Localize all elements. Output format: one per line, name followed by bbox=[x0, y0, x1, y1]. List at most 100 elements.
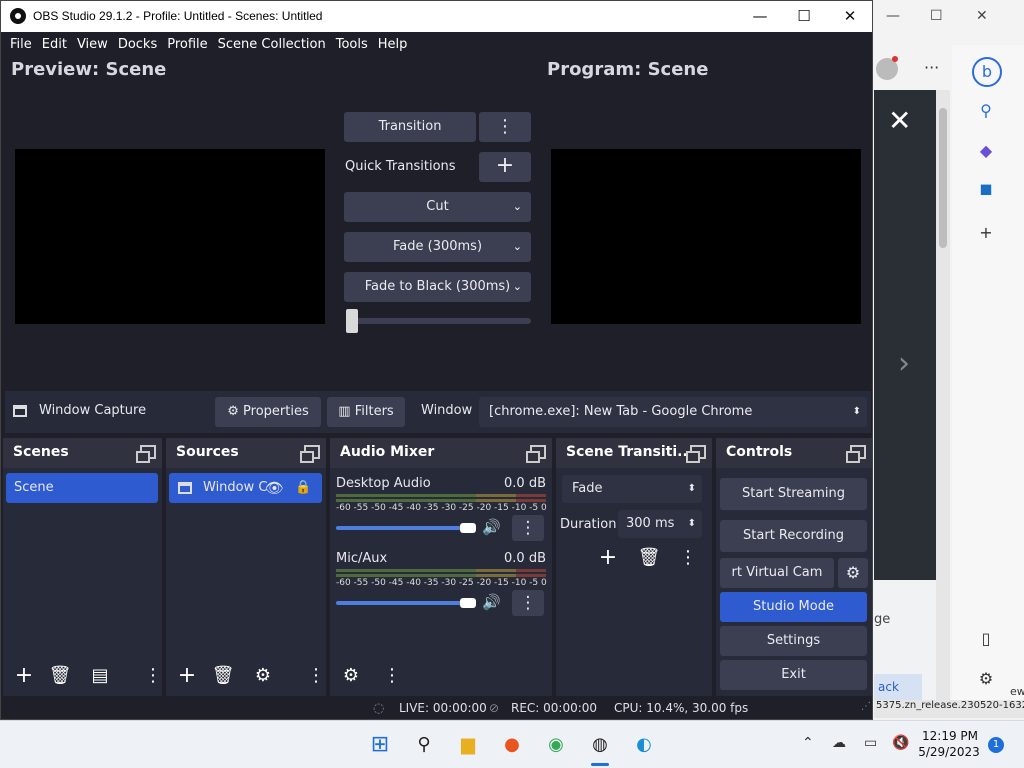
mute-icon[interactable]: 🔇 bbox=[892, 735, 909, 751]
add-scene-icon[interactable]: + bbox=[12, 664, 36, 688]
menu-tools[interactable]: Tools bbox=[331, 37, 373, 52]
network-off-icon[interactable]: ☁ bbox=[832, 735, 846, 751]
volume-slider-handle[interactable] bbox=[460, 523, 476, 533]
program-canvas[interactable] bbox=[551, 149, 861, 324]
scene-item[interactable]: Scene bbox=[6, 473, 158, 503]
more-options-icon[interactable]: ⋮ bbox=[304, 664, 328, 688]
add-transition-icon[interactable]: + bbox=[596, 546, 620, 570]
menu-help[interactable]: Help bbox=[373, 37, 413, 52]
quick-transition-fade-to-black[interactable]: Fade to Black (300ms) ⌄ bbox=[344, 272, 531, 302]
lock-icon[interactable]: 🔒 bbox=[295, 473, 311, 503]
more-options-icon[interactable]: ⋮ bbox=[676, 546, 700, 570]
float-dock-icon[interactable] bbox=[300, 445, 320, 463]
volume-slider-fill[interactable] bbox=[336, 526, 466, 530]
trash-icon[interactable]: 🗑 bbox=[637, 546, 661, 570]
transition-button[interactable]: Transition bbox=[344, 112, 476, 142]
windows-start-icon[interactable]: ⊞ bbox=[366, 731, 394, 759]
add-quick-transition-icon[interactable]: + bbox=[479, 152, 531, 182]
minimize-button[interactable]: — bbox=[737, 1, 783, 32]
float-dock-icon[interactable] bbox=[686, 445, 706, 463]
file-explorer-icon[interactable]: ▆ bbox=[454, 731, 482, 759]
search-icon[interactable]: ⚲ bbox=[410, 731, 438, 759]
transition-type-select[interactable]: Fade ⬍ bbox=[562, 475, 702, 503]
start-recording-button[interactable]: Start Recording bbox=[720, 520, 867, 552]
clock-time[interactable]: 12:19 PM bbox=[922, 729, 978, 743]
preview-canvas[interactable] bbox=[15, 149, 325, 324]
add-icon[interactable]: + bbox=[974, 223, 998, 247]
more-options-icon[interactable]: ⋮ bbox=[141, 664, 165, 688]
volume-slider-handle[interactable] bbox=[460, 598, 476, 608]
start-virtual-cam-button[interactable]: rt Virtual Cam bbox=[720, 558, 834, 588]
properties-button[interactable]: ⚙ Properties bbox=[215, 397, 321, 427]
bing-icon[interactable]: b bbox=[972, 57, 1002, 87]
gear-icon[interactable]: ⚙ bbox=[974, 669, 998, 693]
chevron-right-icon[interactable]: › bbox=[898, 346, 910, 381]
display-icon[interactable]: ▭ bbox=[864, 735, 877, 751]
close-icon[interactable]: ✕ bbox=[888, 104, 911, 137]
more-options-icon[interactable]: ⋮ bbox=[380, 664, 404, 688]
menu-file[interactable]: File bbox=[5, 37, 37, 52]
scrollbar-thumb[interactable] bbox=[939, 108, 947, 248]
source-item[interactable]: Window C 👁 🔒 bbox=[169, 473, 322, 503]
meter-scale: -60 -55 -50 -45 -40 -35 -30 -25 -20 -15 … bbox=[336, 503, 547, 513]
menu-profile[interactable]: Profile bbox=[162, 37, 212, 52]
browser-scrollbar[interactable] bbox=[936, 90, 950, 700]
transition-slider-track[interactable] bbox=[346, 318, 531, 324]
duration-input[interactable]: 300 ms ⬍ bbox=[618, 510, 702, 538]
scene-filters-icon[interactable]: ▤ bbox=[88, 664, 112, 688]
gear-icon[interactable]: ⚙ bbox=[251, 664, 275, 688]
firefox-icon[interactable]: ● bbox=[498, 731, 526, 759]
copilot-icon[interactable]: ◆ bbox=[974, 141, 998, 165]
menu-docks[interactable]: Docks bbox=[113, 37, 162, 52]
close-button[interactable]: ✕ bbox=[827, 1, 872, 32]
stepper-arrows-icon[interactable]: ⬍ bbox=[688, 510, 696, 538]
notification-badge[interactable]: 1 bbox=[988, 737, 1004, 753]
menu-scene-collection[interactable]: Scene Collection bbox=[213, 37, 331, 52]
clock-date[interactable]: 5/29/2023 bbox=[918, 745, 980, 759]
add-source-icon[interactable]: + bbox=[175, 664, 199, 688]
resize-grip-icon[interactable]: ⋰ bbox=[861, 701, 871, 712]
window-select[interactable]: [chrome.exe]: New Tab - Google Chrome ⬍ bbox=[479, 397, 867, 427]
float-dock-icon[interactable] bbox=[846, 445, 866, 463]
more-options-icon[interactable]: ··· bbox=[924, 58, 939, 77]
eye-icon[interactable]: 👁 bbox=[265, 473, 284, 503]
trash-icon[interactable]: 🗑 bbox=[48, 664, 72, 688]
maximize-icon[interactable]: ☐ bbox=[930, 8, 943, 24]
obs-icon[interactable]: ◍ bbox=[586, 731, 614, 759]
volume-slider-fill[interactable] bbox=[336, 601, 466, 605]
chevron-up-icon[interactable]: ⌃ bbox=[802, 735, 814, 751]
menu-edit[interactable]: Edit bbox=[37, 37, 72, 52]
split-view-icon[interactable]: ▯ bbox=[974, 629, 998, 653]
trash-icon[interactable]: 🗑 bbox=[211, 664, 235, 688]
virtual-cam-gear-icon[interactable]: ⚙ bbox=[838, 558, 868, 588]
more-options-icon[interactable]: ⋮ bbox=[512, 590, 544, 616]
float-dock-icon[interactable] bbox=[136, 445, 156, 463]
chrome-icon[interactable]: ◉ bbox=[542, 731, 570, 759]
settings-button[interactable]: Settings bbox=[720, 626, 867, 656]
minimize-icon[interactable]: — bbox=[886, 8, 900, 24]
start-streaming-button[interactable]: Start Streaming bbox=[720, 478, 867, 510]
search-icon[interactable]: ⚲ bbox=[974, 101, 998, 125]
outlook-icon[interactable]: ◼ bbox=[974, 179, 998, 203]
speaker-icon[interactable]: 🔊 bbox=[482, 518, 501, 536]
exit-button[interactable]: Exit bbox=[720, 660, 867, 690]
maximize-button[interactable]: ☐ bbox=[781, 1, 827, 32]
menu-view[interactable]: View bbox=[72, 37, 113, 52]
speaker-icon[interactable]: 🔊 bbox=[482, 593, 501, 611]
quick-transition-cut[interactable]: Cut ⌄ bbox=[344, 192, 531, 222]
transition-menu-icon[interactable]: ⋮ bbox=[479, 112, 531, 142]
preview-title: Preview: Scene bbox=[11, 59, 167, 80]
more-options-icon[interactable]: ⋮ bbox=[512, 515, 544, 541]
transition-slider-handle[interactable] bbox=[346, 309, 358, 333]
close-icon[interactable]: ✕ bbox=[976, 8, 988, 24]
filters-button[interactable]: ▥ Filters bbox=[327, 397, 405, 427]
background-browser-window[interactable]: — ☐ ✕ ··· ✕ › ge ack b ⚲ ◆ ◼ + ▯ ⚙ ew 53… bbox=[872, 0, 1024, 720]
scenes-title: Scenes bbox=[13, 444, 69, 460]
quick-transition-fade[interactable]: Fade (300ms) ⌄ bbox=[344, 232, 531, 262]
partial-button[interactable]: ack bbox=[874, 674, 922, 700]
edge-icon[interactable]: ◐ bbox=[630, 731, 658, 759]
transition-type-value: Fade bbox=[572, 481, 603, 496]
float-dock-icon[interactable] bbox=[526, 445, 546, 463]
studio-mode-button[interactable]: Studio Mode bbox=[720, 592, 867, 622]
audio-settings-icon[interactable]: ⚙ bbox=[339, 664, 363, 688]
